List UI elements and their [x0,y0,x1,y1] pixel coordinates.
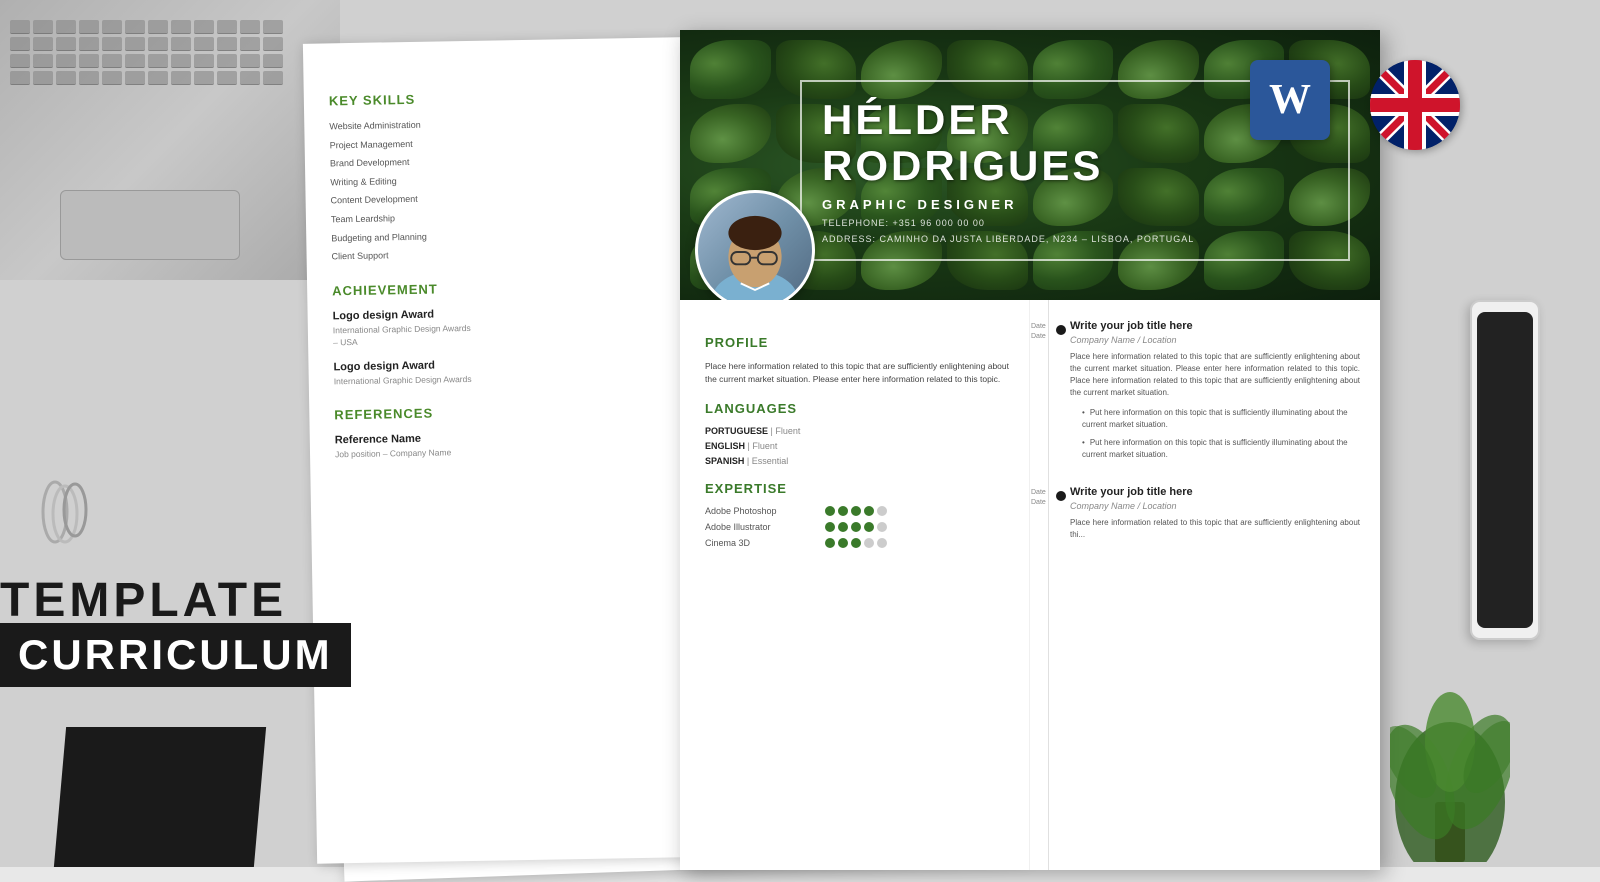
template-label: TEMPLATE CURRICULUM [0,573,351,687]
curriculum-box: CURRICULUM [0,623,351,687]
job-2-company: Company Name / Location [1070,501,1360,511]
word-icon: W [1250,60,1330,140]
job-entry-1: Date Date Write your job title here Comp… [1050,320,1360,461]
resume-main-page: HÉLDER RODRIGUES GRAPHIC DESIGNER TELEPH… [680,30,1380,870]
expertise-section-title: EXPERTISE [705,481,1009,496]
job-1-company: Company Name / Location [1070,335,1360,345]
expertise-1: Adobe Photoshop [705,506,1009,516]
paperclips [35,472,95,557]
skill-8: Client Support [331,244,711,263]
skill-4: Writing & Editing [330,170,710,189]
expertise-1-dots [825,506,887,516]
resume-telephone: TELEPHONE: +351 96 000 00 00 [822,218,1328,228]
uk-flag-design [1370,60,1460,150]
uk-flag-icon [1370,60,1460,150]
curriculum-word: CURRICULUM [18,631,333,678]
expertise-3: Cinema 3D [705,538,1009,548]
resume-right-col: Date Date Write your job title here Comp… [1030,300,1380,870]
profile-section-title: PROFILE [705,335,1009,350]
skill-5: Content Development [331,188,711,207]
job-1-bullet-2: •Put here information on this topic that… [1082,437,1360,461]
references-title: REFERENCES [334,401,714,423]
lang-1: PORTUGUESE | Fluent [705,426,1009,436]
skill-3: Brand Development [330,151,710,170]
phone-screen [1477,312,1533,628]
expertise-3-dots [825,538,887,548]
job-1-bullet-1: •Put here information on this topic that… [1082,407,1360,431]
word-letter: W [1269,76,1311,124]
keyboard [0,0,340,280]
resume-left-col: PROFILE Place here information related t… [680,300,1030,870]
achievement-title: ACHIEVEMENT [332,276,712,298]
phone [1470,300,1540,640]
job-2-title: Write your job title here [1070,486,1360,498]
resume-body: PROFILE Place here information related t… [680,300,1380,870]
lang-3: SPANISH | Essential [705,456,1009,466]
resume-container: Date Date Write your job title here Comp… [300,20,1440,847]
job-1-title: Write your job title here [1070,320,1360,332]
languages-section-title: LANGUAGES [705,401,1009,416]
skill-1: Website Administration [329,114,709,133]
plant [1390,662,1510,867]
decorative-shape [54,727,266,867]
keyboard-keys [10,20,283,102]
job-2-desc: Place here information related to this t… [1070,517,1360,541]
skill-7: Budgeting and Planning [331,225,711,244]
avatar [695,190,815,300]
achievement-2-sub: International Graphic Design Awards [334,369,714,388]
reference-position: Job position – Company Name [335,443,715,462]
trackpad [60,190,240,260]
template-word: TEMPLATE [0,573,351,628]
job-entry-2: Date Date Write your job title here Comp… [1050,486,1360,541]
job-1-desc: Place here information related to this t… [1070,351,1360,399]
skill-6: Team Leardship [331,207,711,226]
resume-address: ADDRESS: CAMINHO DA JUSTA LIBERDADE, N23… [822,234,1328,244]
achievement-1-sub: International Graphic Design Awards– USA [333,318,713,348]
expertise-2: Adobe Illustrator [705,522,1009,532]
resume-job-title: GRAPHIC DESIGNER [822,197,1328,212]
key-skills-title: KEY SKILLS [329,87,709,109]
skill-2: Project Management [330,132,710,151]
expertise-2-dots [825,522,887,532]
profile-text: Place here information related to this t… [705,360,1009,386]
lang-2: ENGLISH | Fluent [705,441,1009,451]
resume-name-line2: RODRIGUES [822,143,1328,189]
